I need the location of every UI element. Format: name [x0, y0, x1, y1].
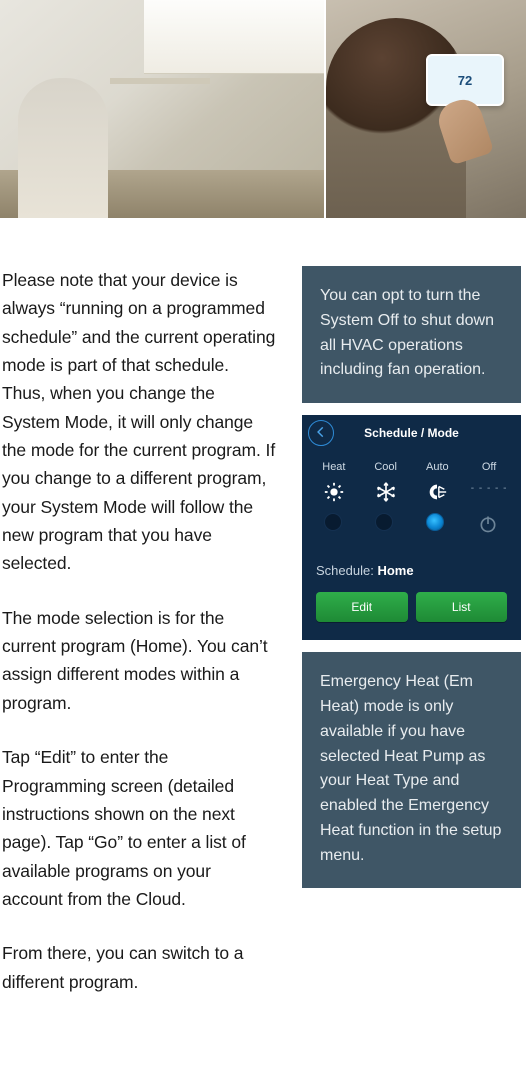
paragraph: The mode selection is for the current pr… — [2, 604, 276, 717]
mode-label: Auto — [412, 461, 464, 473]
schedule-value: Home — [377, 563, 413, 578]
mode-radio-heat[interactable] — [324, 513, 342, 531]
note-text: You can opt to turn the System Off to sh… — [320, 287, 494, 378]
hero-right-photo: 72 — [326, 0, 526, 218]
mode-radio-auto[interactable] — [426, 513, 444, 531]
schedule-label: Schedule: — [316, 563, 374, 578]
schedule-row: Schedule: Home — [302, 549, 521, 582]
mode-off[interactable]: Off - - - - - — [463, 461, 515, 505]
note-system-off: You can opt to turn the System Off to sh… — [302, 266, 521, 403]
off-placeholder: - - - - - — [463, 483, 515, 494]
hero-left-photo — [0, 0, 324, 218]
note-text: Emergency Heat (Em Heat) mode is only av… — [320, 673, 501, 864]
paragraph: Tap “Edit” to enter the Programming scre… — [2, 743, 276, 913]
mode-auto[interactable]: Auto — [412, 461, 464, 505]
hero-image: 72 — [0, 0, 526, 218]
thermostat-screenshot: Schedule / Mode Heat Cool Auto — [302, 415, 521, 640]
power-icon[interactable] — [477, 513, 499, 535]
edit-button[interactable]: Edit — [316, 592, 408, 622]
snowflake-icon — [373, 479, 399, 505]
mode-label: Heat — [308, 461, 360, 473]
back-button[interactable] — [308, 420, 334, 446]
list-button[interactable]: List — [416, 592, 508, 622]
note-emergency-heat: Emergency Heat (Em Heat) mode is only av… — [302, 652, 521, 888]
thermostat-device: 72 — [426, 54, 504, 106]
sun-snowflake-icon — [424, 479, 450, 505]
paragraph: Please note that your device is always “… — [2, 266, 276, 578]
thermostat-reading: 72 — [458, 73, 472, 88]
mode-label: Off — [463, 461, 515, 473]
mode-heat[interactable]: Heat — [308, 461, 360, 505]
mode-label: Cool — [360, 461, 412, 473]
sun-icon — [321, 479, 347, 505]
arrow-left-icon — [314, 425, 328, 442]
screen-title: Schedule / Mode — [302, 426, 521, 440]
mode-radio-cool[interactable] — [375, 513, 393, 531]
paragraph: From there, you can switch to a differen… — [2, 939, 276, 996]
body-text-column: Please note that your device is always “… — [0, 266, 290, 1022]
mode-cool[interactable]: Cool — [360, 461, 412, 505]
